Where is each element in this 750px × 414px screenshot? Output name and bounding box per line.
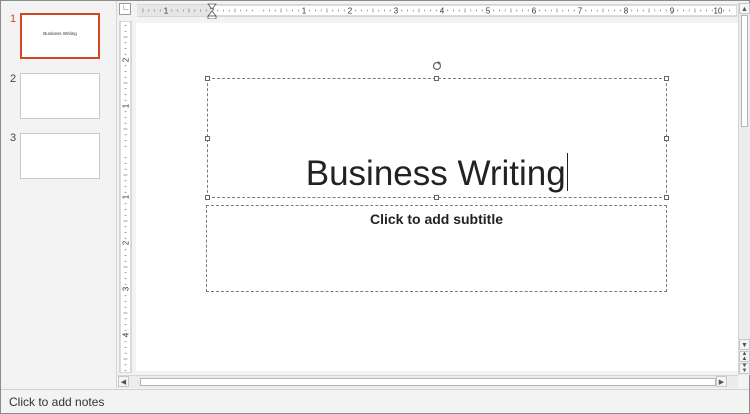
ruler-label: 8 xyxy=(624,7,629,16)
ruler-label: 4 xyxy=(122,332,131,337)
slide-thumbnail-pane: 1 Business Writing 2 3 xyxy=(1,1,117,389)
vertical-scrollbar[interactable]: ▲ ▼ ▲ ▲ ▼ ▼ xyxy=(738,3,750,375)
slide-thumbnail-1[interactable]: Business Writing xyxy=(20,13,100,59)
notes-pane[interactable]: Click to add notes xyxy=(1,389,749,413)
arrow-down-icon[interactable]: ▼ xyxy=(739,339,750,350)
resize-handle-top[interactable] xyxy=(434,76,439,81)
tab-stop-icon: ∟ xyxy=(122,3,130,12)
ruler-label: 6 xyxy=(532,7,537,16)
ruler-label: 10 xyxy=(714,7,723,16)
double-arrow-down-icon[interactable]: ▼ ▼ xyxy=(739,363,750,374)
ruler-label: 9 xyxy=(670,7,675,16)
powerpoint-editor: 1 Business Writing 2 3 ∟ 1 2 1 2 3 4 5 6 7 8 9 10 2… xyxy=(0,0,750,414)
ruler-label: 4 xyxy=(440,7,445,16)
slide-title-text: Business Writing xyxy=(305,154,566,193)
vertical-scroll-thumb[interactable] xyxy=(741,15,748,127)
ruler-label: 2 xyxy=(122,57,131,62)
slide-number-1: 1 xyxy=(10,13,17,25)
arrow-right-icon[interactable]: ▶ xyxy=(716,376,727,387)
rotate-handle-icon[interactable] xyxy=(432,61,442,71)
subtitle-placeholder[interactable]: Click to add subtitle xyxy=(206,205,667,292)
ruler-label: 2 xyxy=(348,7,353,16)
slide-title[interactable]: Business Writing xyxy=(208,153,666,194)
text-cursor xyxy=(566,153,569,191)
resize-handle-bottom[interactable] xyxy=(434,195,439,200)
resize-handle-top-left[interactable] xyxy=(205,76,210,81)
title-placeholder[interactable]: Business Writing xyxy=(207,78,667,198)
slide-thumbnail-1-title: Business Writing xyxy=(43,31,77,36)
resize-handle-bottom-left[interactable] xyxy=(205,195,210,200)
ruler-label: 1 xyxy=(164,7,169,16)
arrow-left-icon[interactable]: ◀ xyxy=(118,376,129,387)
horizontal-scrollbar[interactable]: ◀ ▶ xyxy=(118,375,738,388)
double-arrow-up-icon[interactable]: ▲ ▲ xyxy=(739,351,750,362)
slide-number-2: 2 xyxy=(10,73,17,85)
slide-number-3: 3 xyxy=(10,132,17,144)
ruler-label: 7 xyxy=(578,7,583,16)
slide-thumbnail-2[interactable] xyxy=(20,73,100,119)
ruler-label: 3 xyxy=(394,7,399,16)
subtitle-placeholder-text: Click to add subtitle xyxy=(369,211,503,227)
ruler-label: 2 xyxy=(122,240,131,245)
notes-placeholder: Click to add notes xyxy=(9,395,105,409)
resize-handle-top-right[interactable] xyxy=(664,76,669,81)
ruler-tab-selector[interactable]: ∟ xyxy=(119,3,131,15)
resize-handle-right[interactable] xyxy=(664,136,669,141)
horizontal-scroll-thumb[interactable] xyxy=(140,378,716,386)
arrow-up-icon[interactable]: ▲ xyxy=(739,3,750,14)
resize-handle-left[interactable] xyxy=(205,136,210,141)
ruler-label: 1 xyxy=(122,103,131,108)
ruler-label: 3 xyxy=(122,286,131,291)
ruler-label: 5 xyxy=(486,7,491,16)
ruler-label: 1 xyxy=(122,194,131,199)
vertical-ruler[interactable]: 2 1 1 2 3 4 xyxy=(118,21,134,373)
ruler-label: 1 xyxy=(302,7,307,16)
slide-thumbnail-3[interactable] xyxy=(20,133,100,179)
horizontal-ruler[interactable]: 1212345678910 xyxy=(137,3,737,19)
resize-handle-bottom-right[interactable] xyxy=(664,195,669,200)
